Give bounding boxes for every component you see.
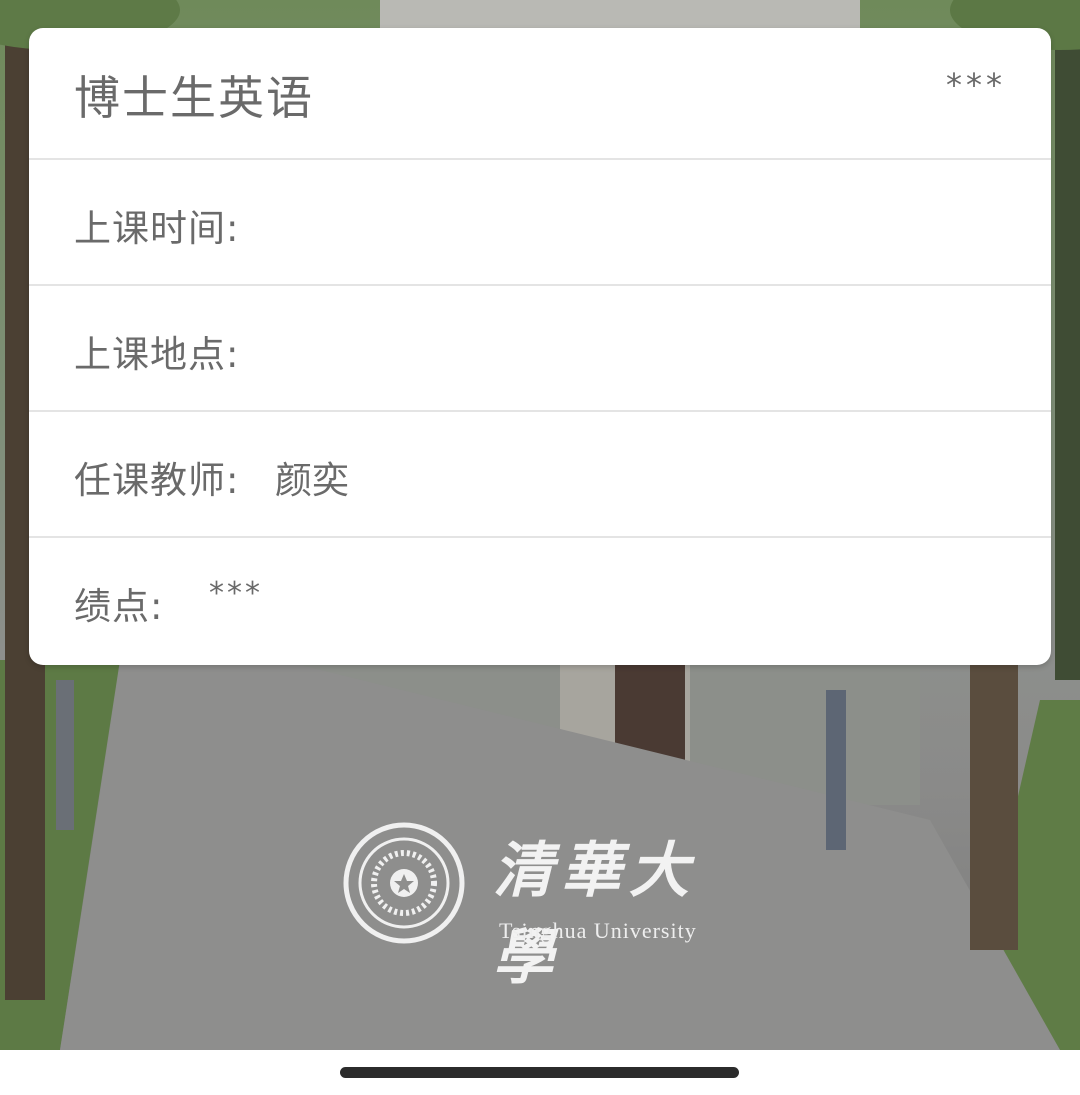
class-time-row: 上课时间: xyxy=(29,160,1051,286)
gpa-row: 绩点: *** xyxy=(29,538,1051,665)
course-header-row: 博士生英语 *** xyxy=(29,28,1051,160)
teacher-row: 任课教师: 颜奕 xyxy=(29,412,1051,538)
teacher-label: 任课教师: xyxy=(74,459,240,502)
class-place-row: 上课地点: xyxy=(29,286,1051,412)
teacher-value: 颜奕 xyxy=(275,459,349,502)
class-time-label: 上课时间: xyxy=(74,207,240,250)
course-info-card: 博士生英语 *** 上课时间: 上课地点: 任课教师: 颜奕 绩点: *** xyxy=(29,28,1051,665)
home-indicator-bar[interactable] xyxy=(340,1067,739,1078)
course-detail-screen: 博士生英语 *** 上课时间: 上课地点: 任课教师: 颜奕 绩点: *** 清… xyxy=(0,0,1080,1095)
class-place-label: 上课地点: xyxy=(74,333,240,376)
university-seal-icon xyxy=(343,822,465,944)
university-chinese-name: 清華大學 xyxy=(493,836,697,993)
gpa-value: *** xyxy=(209,576,263,611)
gpa-label: 绩点: xyxy=(74,585,164,628)
course-title: 博士生英语 xyxy=(74,71,314,125)
university-logo: 清華大學 Tsinghua University xyxy=(343,822,743,993)
university-english-name: Tsinghua University xyxy=(499,918,697,943)
course-score: *** xyxy=(946,66,1006,104)
